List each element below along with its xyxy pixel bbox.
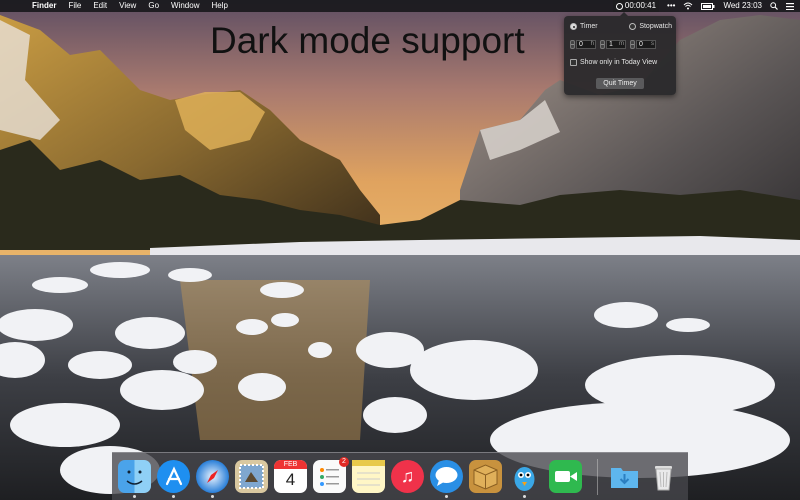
timey-menu-item[interactable]: 00:00:41 <box>612 0 660 12</box>
dock-reminders[interactable]: 2 <box>313 457 349 493</box>
reminders-badge: 2 <box>339 457 349 467</box>
seconds-stepper[interactable] <box>630 40 635 49</box>
dock-safari[interactable] <box>196 460 229 498</box>
minutes-field[interactable]: 1m <box>606 40 626 49</box>
safari-compass-icon <box>207 470 218 483</box>
dock-music[interactable]: ♫ <box>391 460 424 493</box>
today-view-checkbox[interactable] <box>570 59 577 66</box>
notes-icon <box>352 460 385 486</box>
today-view-label: Show only in Today View <box>580 59 658 66</box>
finder-running-indicator <box>133 495 136 498</box>
mode-radio-group: Timer Stopwatch <box>570 23 672 30</box>
menu-extras-dots[interactable]: ••• <box>667 0 675 12</box>
timey-popover: Timer Stopwatch 0h 1m 0s Show only in To… <box>564 12 676 95</box>
package-box-icon <box>473 464 498 490</box>
clock-datetime[interactable]: Wed 23:03 <box>723 0 762 12</box>
seconds-value: 0 <box>639 41 643 48</box>
quit-timey-button[interactable]: Quit Timey <box>596 78 644 89</box>
app-store-running-indicator <box>172 495 175 498</box>
dock-notes[interactable] <box>352 460 385 493</box>
hours-group: 0h <box>570 40 596 49</box>
menu-go[interactable]: Go <box>142 0 165 12</box>
dock-messages[interactable] <box>430 460 463 498</box>
tweetbot-bird-icon <box>514 467 535 491</box>
dock-mail[interactable] <box>235 460 268 493</box>
trash-can-icon <box>655 466 672 491</box>
menu-app-name[interactable]: Finder <box>26 0 62 12</box>
menu-bar: Finder File Edit View Go Window Help 00:… <box>0 0 800 12</box>
menu-help[interactable]: Help <box>205 0 233 12</box>
spotlight-search-icon[interactable] <box>770 2 778 10</box>
tweetbot-running-indicator <box>523 495 526 498</box>
minutes-unit: m <box>619 41 624 47</box>
messages-running-indicator <box>445 495 448 498</box>
timer-time: 00:00:41 <box>624 1 657 10</box>
menu-view[interactable]: View <box>113 0 142 12</box>
mail-stamp-icon <box>239 464 264 489</box>
today-view-option[interactable]: Show only in Today View <box>570 59 657 66</box>
safari-running-indicator <box>211 495 214 498</box>
notification-center-icon[interactable] <box>786 2 794 10</box>
duration-fields: 0h 1m 0s <box>570 40 672 49</box>
dock: FEB 4 2 ♫ <box>112 452 688 500</box>
dock-facetime[interactable] <box>549 460 582 493</box>
hours-unit: h <box>590 41 594 47</box>
dock-finder[interactable] <box>118 460 151 498</box>
dock-calendar[interactable]: FEB 4 <box>274 460 307 493</box>
finder-icon <box>126 470 143 485</box>
stopwatch-radio[interactable]: Stopwatch <box>629 23 672 30</box>
dock-tweetbot[interactable] <box>508 460 541 498</box>
music-note-icon: ♫ <box>400 466 415 486</box>
menu-edit[interactable]: Edit <box>87 0 113 12</box>
desktop-wallpaper: Finder File Edit View Go Window Help 00:… <box>0 0 800 500</box>
app-store-icon <box>165 466 183 486</box>
hours-field[interactable]: 0h <box>576 40 596 49</box>
seconds-group: 0s <box>630 40 656 49</box>
dock-app-store[interactable] <box>157 460 190 498</box>
messages-bubble-icon <box>435 467 458 486</box>
yosemite-landscape <box>0 0 800 500</box>
hours-value: 0 <box>579 41 583 48</box>
menu-file[interactable]: File <box>62 0 87 12</box>
calendar-day: 4 <box>285 470 296 489</box>
calendar-month: FEB <box>274 460 307 469</box>
minutes-stepper[interactable] <box>600 40 605 49</box>
headline-text: Dark mode support <box>210 20 525 61</box>
battery-icon[interactable] <box>701 2 715 10</box>
dock-separator <box>597 459 598 495</box>
stopwatch-radio-label: Stopwatch <box>639 23 672 30</box>
timer-radio[interactable]: Timer <box>570 23 598 30</box>
stopwatch-radio-button[interactable] <box>629 23 637 30</box>
clock-icon <box>615 2 623 10</box>
timer-radio-button[interactable] <box>570 23 577 30</box>
downloads-folder-icon <box>611 468 638 488</box>
seconds-field[interactable]: 0s <box>636 40 656 49</box>
dock-downloads[interactable] <box>608 460 641 493</box>
menu-window[interactable]: Window <box>165 0 205 12</box>
minutes-value: 1 <box>609 41 613 48</box>
dock-package-app[interactable] <box>469 460 502 493</box>
minutes-group: 1m <box>600 40 626 49</box>
wifi-icon[interactable] <box>683 2 693 10</box>
seconds-unit: s <box>651 41 654 47</box>
facetime-camera-icon <box>555 471 577 482</box>
dock-trash[interactable] <box>647 460 680 493</box>
hours-stepper[interactable] <box>570 40 575 49</box>
timer-radio-label: Timer <box>580 23 598 30</box>
